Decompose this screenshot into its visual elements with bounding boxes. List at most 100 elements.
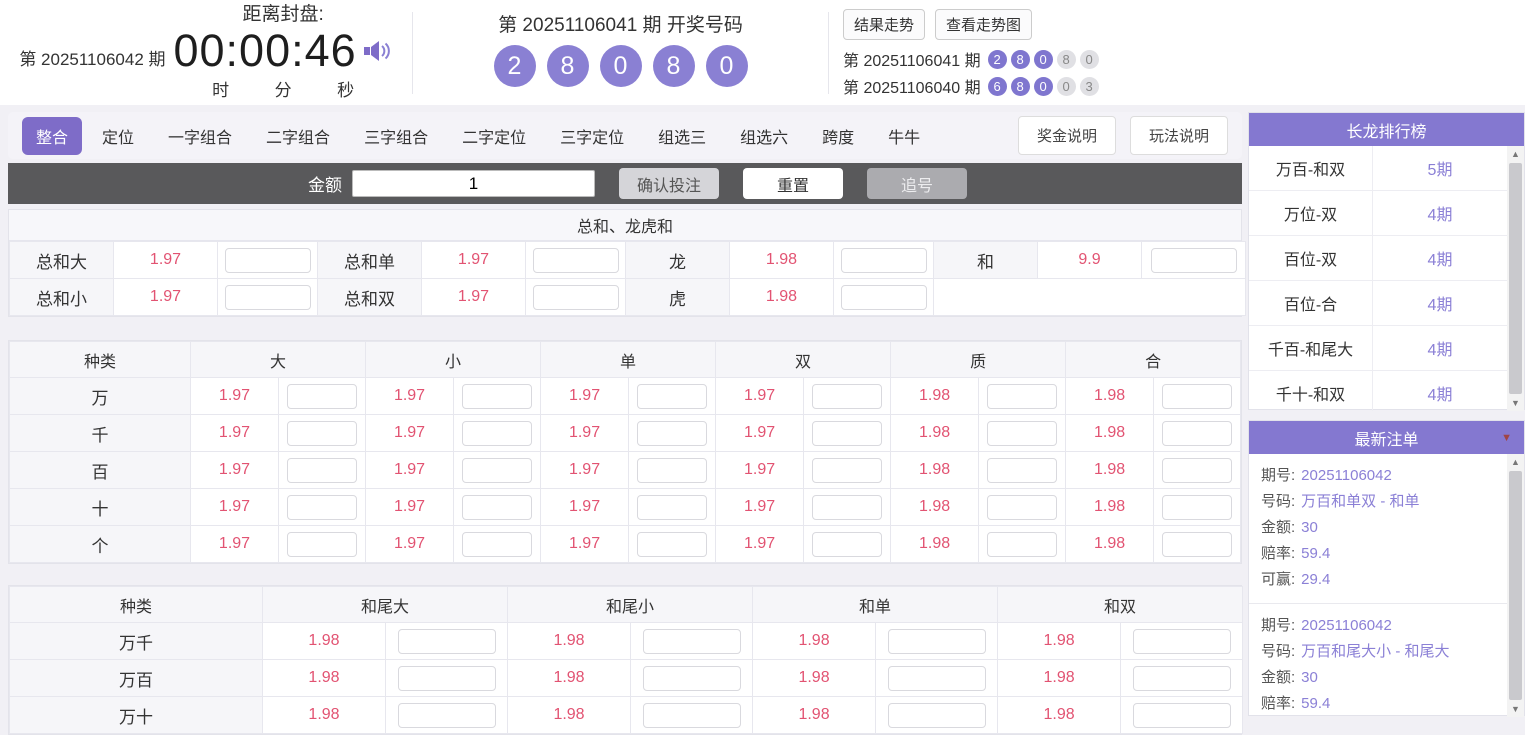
history-results: 第 20251106041 期28080第 20251106040 期68003 xyxy=(843,47,1245,98)
odds-bet-input[interactable] xyxy=(224,247,311,273)
odds-bet-input[interactable] xyxy=(1132,702,1231,728)
odds-bet-input[interactable] xyxy=(642,628,741,654)
odds-bet-input[interactable] xyxy=(887,665,986,691)
odds-bet-input[interactable] xyxy=(397,665,496,691)
odds-bet-input[interactable] xyxy=(812,457,883,483)
odds-value: 1.97 xyxy=(540,451,630,489)
odds-bet-input[interactable] xyxy=(637,420,708,446)
odds-bet-input[interactable] xyxy=(637,457,708,483)
odds-bet-input[interactable] xyxy=(397,628,496,654)
odds-bet-input[interactable] xyxy=(987,457,1058,483)
tab-item-4[interactable]: 二字组合 xyxy=(252,117,344,155)
bet-input-cell xyxy=(1120,659,1244,697)
chase-number-button[interactable]: 追号 xyxy=(867,168,967,199)
odds-bet-input[interactable] xyxy=(1150,247,1237,273)
odds-bet-input[interactable] xyxy=(642,665,741,691)
odds-value: 1.97 xyxy=(715,451,805,489)
scroll-up-icon[interactable]: ▲ xyxy=(1507,146,1524,162)
confirm-bet-button[interactable]: 确认投注 xyxy=(619,168,719,199)
odds-bet-input[interactable] xyxy=(637,383,708,409)
odds-bet-input[interactable] xyxy=(812,531,883,557)
odds-bet-input[interactable] xyxy=(1162,420,1233,446)
odds-bet-input[interactable] xyxy=(462,457,533,483)
odds-bet-input[interactable] xyxy=(1162,494,1233,520)
tab-item-9[interactable]: 组选六 xyxy=(726,117,802,155)
odds-bet-input[interactable] xyxy=(987,420,1058,446)
scrollbar-thumb[interactable] xyxy=(1509,163,1522,394)
dragon-scrollbar[interactable]: ▲ ▼ xyxy=(1507,146,1524,411)
rules-info-button[interactable]: 玩法说明 xyxy=(1129,116,1228,155)
odds-bet-input[interactable] xyxy=(287,383,357,409)
odds-value: 1.98 xyxy=(997,622,1122,660)
column-header: 和尾小 xyxy=(507,586,754,623)
odds-value: 1.98 xyxy=(752,696,877,734)
odds-bet-input[interactable] xyxy=(462,420,533,446)
odds-bet-input[interactable] xyxy=(287,531,357,557)
tab-item-6[interactable]: 二字定位 xyxy=(448,117,540,155)
odds-bet-input[interactable] xyxy=(812,494,883,520)
odds-bet-input[interactable] xyxy=(287,494,357,520)
latest-orders-header[interactable]: 最新注单 ▼ xyxy=(1249,421,1524,454)
draw-result-section: 第 20251106041 期 开奖号码 28080 xyxy=(413,0,828,105)
tab-list: 整合 定位 一字组合 二字组合 三字组合 二字定位 三字定位 组选三 组选六 跨度 牛牛 xyxy=(22,116,940,155)
odds-bet-input[interactable] xyxy=(987,531,1058,557)
odds-bet-input[interactable] xyxy=(987,383,1058,409)
result-trend-button[interactable]: 结果走势 xyxy=(843,9,926,40)
speaker-icon[interactable] xyxy=(363,37,393,70)
odds-bet-input[interactable] xyxy=(840,284,927,310)
odds-bet-input[interactable] xyxy=(887,702,986,728)
odds-bet-input[interactable] xyxy=(532,284,619,310)
scroll-down-icon[interactable]: ▼ xyxy=(1507,701,1524,717)
prize-info-button[interactable]: 奖金说明 xyxy=(1017,116,1116,155)
countdown-section: 第 20251106042 期 距离封盘: 00:00:46 时 分 秒 xyxy=(0,0,412,105)
bet-input-cell xyxy=(875,659,999,697)
odds-bet-input[interactable] xyxy=(642,702,741,728)
odds-bet-input[interactable] xyxy=(1132,628,1231,654)
tab-item-10[interactable]: 跨度 xyxy=(808,117,868,155)
odds-bet-input[interactable] xyxy=(287,420,357,446)
scroll-up-icon[interactable]: ▲ xyxy=(1507,454,1524,470)
tab-item-11[interactable]: 牛牛 xyxy=(874,117,934,155)
bet-input-cell xyxy=(453,414,542,452)
odds-bet-input[interactable] xyxy=(462,494,533,520)
order-number-value: 万百和单双 - 和单 xyxy=(1301,493,1420,510)
tab-item-8[interactable]: 组选三 xyxy=(644,117,720,155)
bet-type-label: 总和大 xyxy=(9,241,114,279)
odds-bet-input[interactable] xyxy=(1132,665,1231,691)
row-label: 万百 xyxy=(9,659,263,697)
time-unit-labels: 时 分 秒 xyxy=(188,76,378,101)
odds-bet-input[interactable] xyxy=(637,531,708,557)
odds-value: 1.98 xyxy=(890,414,980,452)
scroll-down-icon[interactable]: ▼ xyxy=(1507,395,1524,411)
odds-bet-input[interactable] xyxy=(887,628,986,654)
orders-scrollbar[interactable]: ▲ ▼ xyxy=(1507,454,1524,717)
column-header: 和单 xyxy=(752,586,999,623)
reset-button[interactable]: 重置 xyxy=(743,168,843,199)
odds-bet-input[interactable] xyxy=(462,531,533,557)
odds-bet-input[interactable] xyxy=(840,247,927,273)
tab-item-5[interactable]: 三字组合 xyxy=(350,117,442,155)
bet-input-cell xyxy=(1120,622,1244,660)
tab-item-7[interactable]: 三字定位 xyxy=(546,117,638,155)
table-row: 个 1.97 1.97 1.97 1.97 1.98 1.98 xyxy=(9,525,1242,563)
collapse-caret-icon[interactable]: ▼ xyxy=(1501,432,1512,444)
odds-bet-input[interactable] xyxy=(462,383,533,409)
tab-item-2[interactable]: 定位 xyxy=(88,117,148,155)
odds-bet-input[interactable] xyxy=(397,702,496,728)
odds-bet-input[interactable] xyxy=(1162,531,1233,557)
view-trend-chart-button[interactable]: 查看走势图 xyxy=(935,9,1033,40)
odds-bet-input[interactable] xyxy=(987,494,1058,520)
odds-bet-input[interactable] xyxy=(1162,457,1233,483)
amount-input[interactable] xyxy=(352,170,595,197)
scrollbar-thumb[interactable] xyxy=(1509,471,1522,700)
odds-bet-input[interactable] xyxy=(812,383,883,409)
tab-item-3[interactable]: 一字组合 xyxy=(154,117,246,155)
odds-bet-input[interactable] xyxy=(1162,383,1233,409)
odds-bet-input[interactable] xyxy=(812,420,883,446)
tab-item-1[interactable]: 整合 xyxy=(22,116,83,155)
odds-bet-input[interactable] xyxy=(287,457,357,483)
odds-value: 1.98 xyxy=(997,696,1122,734)
odds-bet-input[interactable] xyxy=(224,284,311,310)
odds-bet-input[interactable] xyxy=(532,247,619,273)
odds-bet-input[interactable] xyxy=(637,494,708,520)
